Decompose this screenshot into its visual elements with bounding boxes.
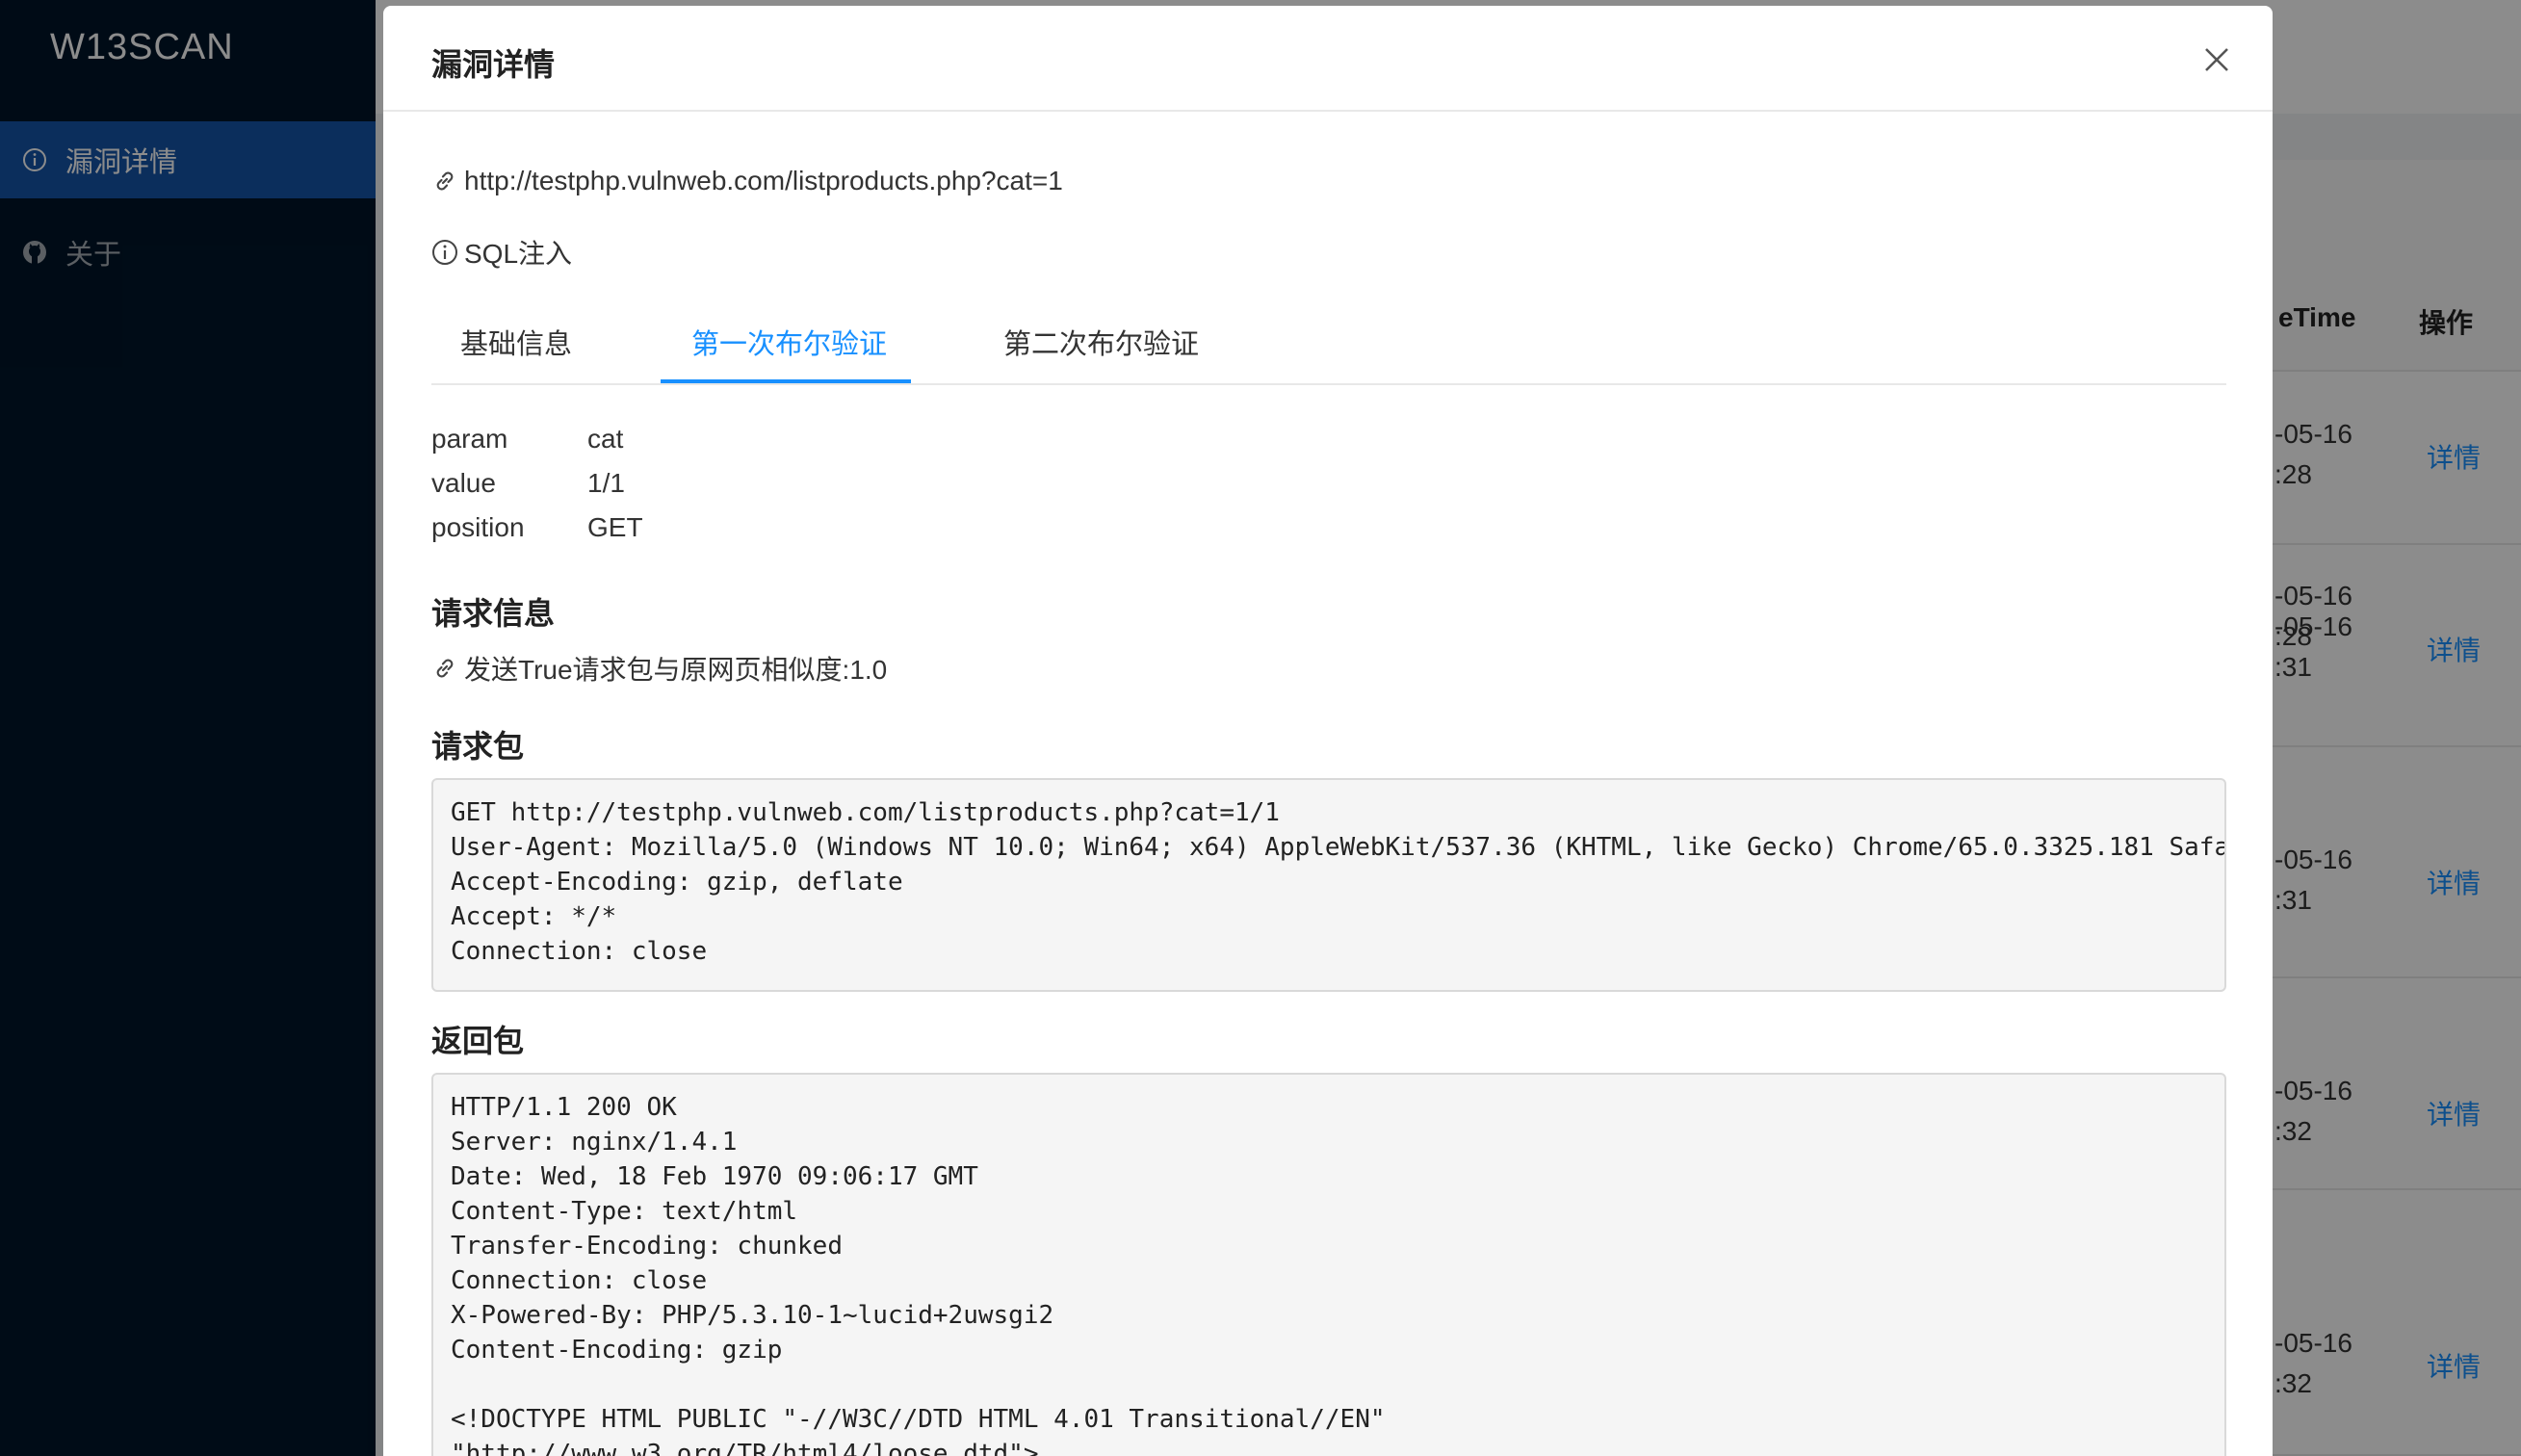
modal-header: 漏洞详情: [383, 6, 2273, 112]
vuln-url-line: http://testphp.vulnweb.com/listproducts.…: [431, 166, 1063, 196]
detail-value: cat: [587, 424, 624, 454]
detail-key: value: [431, 468, 496, 498]
response-packet-heading: 返回包: [431, 1024, 525, 1058]
detail-value: GET: [587, 512, 643, 542]
detail-row: position GET: [431, 512, 643, 543]
request-packet-heading: 请求包: [431, 729, 525, 764]
request-packet: GET http://testphp.vulnweb.com/listprodu…: [431, 778, 2226, 992]
link-icon: [431, 168, 458, 195]
vuln-type: SQL注入: [464, 239, 573, 269]
detail-key: param: [431, 424, 508, 454]
detail-key: position: [431, 512, 525, 542]
vuln-detail-modal: 漏洞详情 http://testphp.vulnweb.com/listprod…: [383, 6, 2273, 1456]
similarity-line: 发送True请求包与原网页相似度:1.0: [431, 649, 887, 688]
modal-title: 漏洞详情: [431, 47, 556, 82]
info-circle-icon: [431, 239, 458, 266]
detail-row: param cat: [431, 424, 623, 455]
response-packet: HTTP/1.1 200 OK Server: nginx/1.4.1 Date…: [431, 1073, 2226, 1456]
vuln-url: http://testphp.vulnweb.com/listproducts.…: [464, 166, 1063, 195]
link-icon: [431, 655, 458, 682]
close-icon: [2205, 48, 2228, 71]
request-info-heading: 请求信息: [431, 596, 556, 631]
similarity-text: 发送True请求包与原网页相似度:1.0: [464, 655, 888, 685]
tab-second-boolean-check[interactable]: 第二次布尔验证: [1003, 322, 1199, 362]
detail-row: value 1/1: [431, 468, 625, 499]
detail-tabs: 基础信息 第一次布尔验证 第二次布尔验证: [431, 312, 2226, 385]
detail-value: 1/1: [587, 468, 625, 498]
tab-first-boolean-check[interactable]: 第一次布尔验证: [691, 322, 887, 362]
close-button[interactable]: [2201, 44, 2232, 75]
vuln-type-line: SQL注入: [431, 233, 572, 272]
active-tab-indicator: [661, 379, 911, 383]
tab-basic-info[interactable]: 基础信息: [460, 322, 572, 362]
